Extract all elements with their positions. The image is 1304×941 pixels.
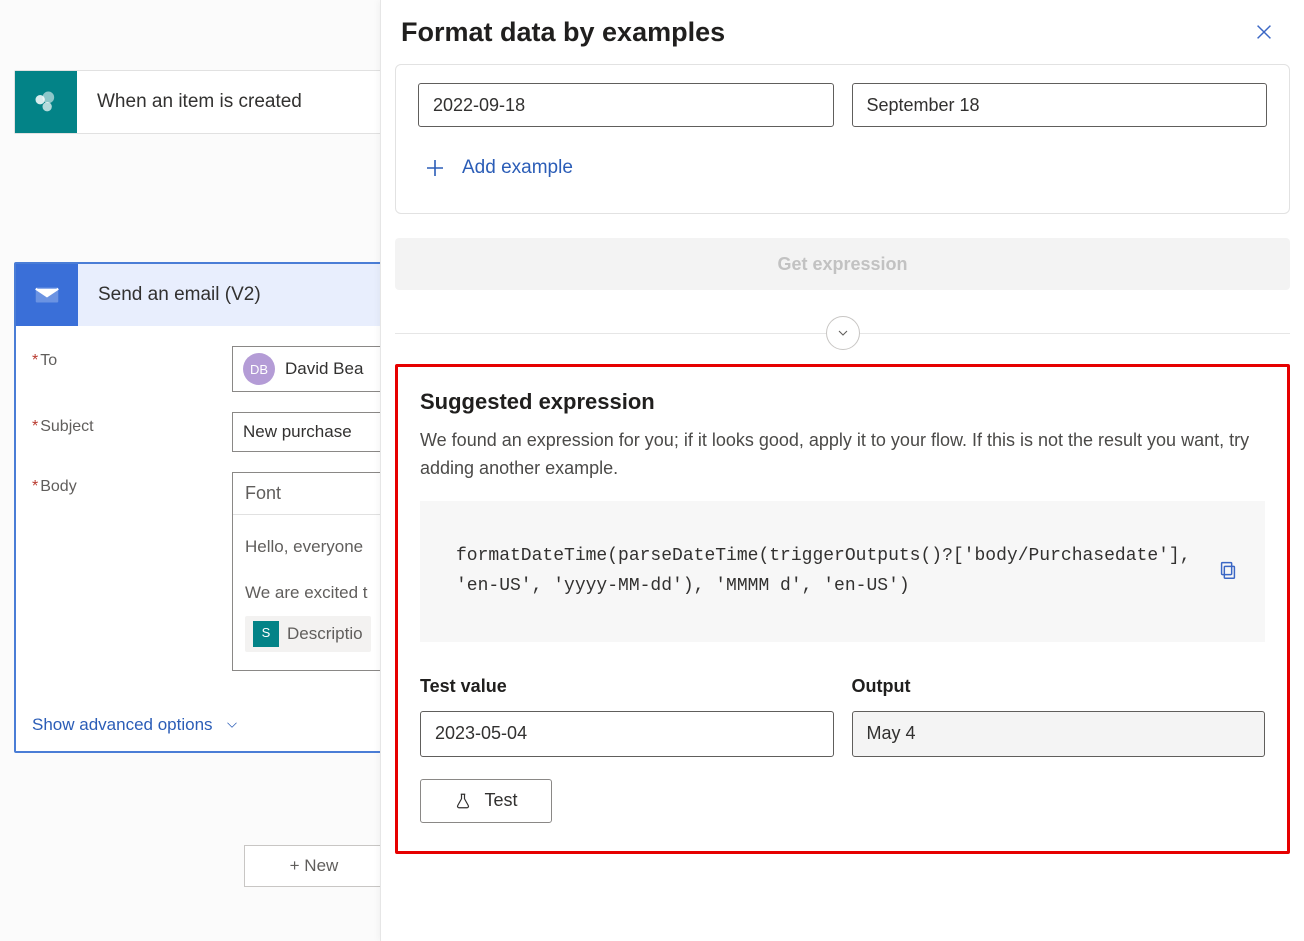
format-data-panel: Format data by examples 2022-09-18 Septe… [380, 0, 1304, 941]
get-expression-button[interactable]: Get expression [395, 238, 1290, 290]
sharepoint-icon [15, 71, 77, 133]
subject-label: *Subject [32, 412, 232, 436]
expand-toggle[interactable] [826, 316, 860, 350]
copy-icon [1217, 559, 1239, 581]
output-label: Output [852, 676, 1266, 697]
examples-card: 2022-09-18 September 18 Add example [395, 64, 1290, 214]
plus-icon [422, 155, 448, 181]
add-example-button[interactable]: Add example [418, 149, 577, 187]
new-step-button[interactable]: + New [244, 845, 384, 887]
expression-box: formatDateTime(parseDateTime(triggerOutp… [420, 501, 1265, 642]
example-row: 2022-09-18 September 18 [418, 83, 1267, 127]
test-value-label: Test value [420, 676, 834, 697]
expression-text: formatDateTime(parseDateTime(triggerOutp… [456, 546, 1191, 597]
action-title: Send an email (V2) [78, 284, 261, 306]
close-button[interactable] [1252, 20, 1276, 44]
recipient-chip[interactable]: DB David Bea [243, 353, 363, 385]
to-label: *To [32, 346, 232, 370]
output-value: May 4 [852, 711, 1266, 757]
panel-title: Format data by examples [401, 17, 725, 48]
close-icon [1253, 21, 1275, 43]
recipient-name: David Bea [285, 359, 363, 379]
section-divider [395, 312, 1290, 354]
example-input[interactable]: 2022-09-18 [418, 83, 834, 127]
chevron-down-icon [223, 716, 241, 734]
suggested-expression-card: Suggested expression We found an express… [395, 364, 1290, 854]
suggested-heading: Suggested expression [420, 389, 1265, 415]
copy-button[interactable] [1217, 559, 1241, 583]
chevron-down-icon [835, 325, 851, 341]
test-button[interactable]: Test [420, 779, 552, 823]
trigger-title: When an item is created [77, 91, 302, 113]
sharepoint-icon: S [253, 621, 279, 647]
avatar: DB [243, 353, 275, 385]
example-output[interactable]: September 18 [852, 83, 1268, 127]
flask-icon [454, 791, 472, 811]
suggested-description: We found an expression for you; if it lo… [420, 427, 1265, 483]
outlook-icon [16, 264, 78, 326]
body-label: *Body [32, 472, 232, 496]
test-value-input[interactable]: 2023-05-04 [420, 711, 834, 757]
dynamic-token[interactable]: S Descriptio [245, 616, 371, 652]
